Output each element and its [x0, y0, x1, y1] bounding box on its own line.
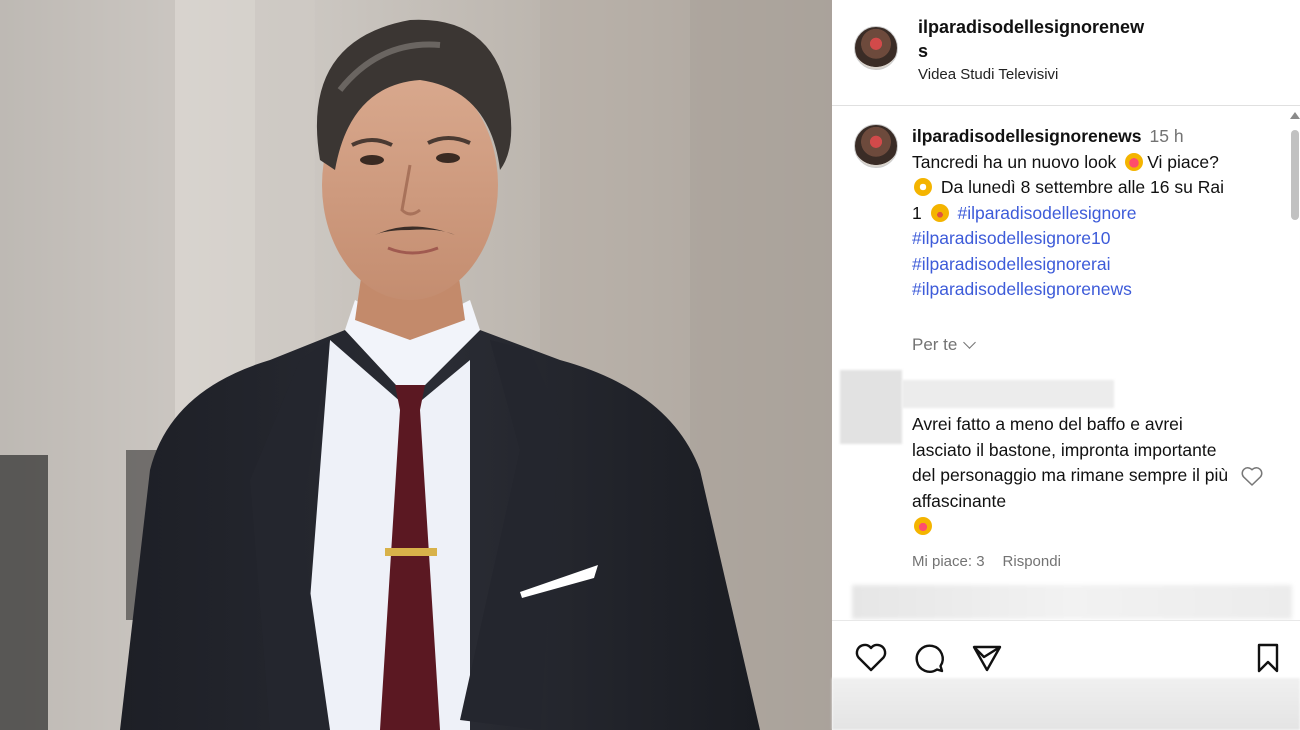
bookmark-icon[interactable]: [1251, 641, 1285, 675]
hashtag-link[interactable]: #ilparadisodellesignore10: [912, 228, 1110, 248]
blurred-next-comment: [852, 585, 1292, 619]
per-te-label: Per te: [912, 335, 958, 354]
comment-likes[interactable]: Mi piace: 3: [912, 553, 985, 570]
caption-avatar[interactable]: [854, 124, 898, 168]
caption-username[interactable]: ilparadisodellesignorenews: [912, 126, 1142, 146]
blurred-commenter-avatar: [840, 370, 902, 444]
comment-icon[interactable]: [912, 641, 946, 675]
caption-text-1b: Vi piace?: [1147, 151, 1219, 172]
caption-text-3: 1: [912, 202, 922, 223]
flushed-emoji-icon: [914, 178, 932, 196]
heart-eyes-emoji-icon: [1125, 152, 1144, 171]
post-caption: ilparadisodellesignorenews 15 h Tancredi …: [912, 124, 1272, 303]
per-te-dropdown[interactable]: Per te: [912, 335, 977, 355]
scrollbar-thumb[interactable]: [1291, 130, 1299, 220]
photo-illustration: [0, 0, 832, 730]
post-sidebar: ilparadisodellesignorenews Videa Studi T…: [832, 0, 1300, 730]
send-icon[interactable]: [970, 641, 1004, 675]
hashtag-link[interactable]: #ilparadisodellesignorerai: [912, 254, 1110, 274]
chevron-down-icon: [963, 336, 977, 349]
post-time[interactable]: 15 h: [1150, 126, 1184, 146]
comment-text: Avrei fatto a meno del baffo e avrei las…: [912, 414, 1229, 511]
hashtag-link[interactable]: #ilparadisodellesignore: [957, 203, 1136, 223]
blurred-footer: [832, 678, 1300, 730]
caption-text-2: Da lunedì 8 settembre alle 16 su Rai: [940, 177, 1224, 197]
avatar[interactable]: [854, 26, 898, 70]
header-username[interactable]: ilparadisodellesignorenews: [918, 15, 1148, 63]
hashtag-link[interactable]: #ilparadisodellesignorenews: [912, 279, 1132, 299]
post-header: ilparadisodellesignorenews Videa Studi T…: [832, 0, 1300, 106]
comment-like-heart-icon[interactable]: [1240, 465, 1264, 487]
header-location[interactable]: Videa Studi Televisivi: [918, 66, 1058, 83]
scroll-up-arrow-icon[interactable]: [1290, 112, 1300, 119]
post-photo: [0, 0, 832, 730]
action-bar: [832, 620, 1300, 679]
smiling-hearts-emoji-icon: [914, 517, 932, 535]
heart-icon[interactable]: [854, 641, 888, 675]
reply-button[interactable]: Rispondi: [1003, 553, 1061, 570]
caption-text-1: Tancredi ha un nuovo look: [912, 151, 1117, 172]
blurred-commenter-name: [902, 380, 1114, 408]
comment-actions: Mi piace: 3 Rispondi: [912, 553, 1061, 570]
smiling-emoji-icon: [930, 203, 949, 222]
